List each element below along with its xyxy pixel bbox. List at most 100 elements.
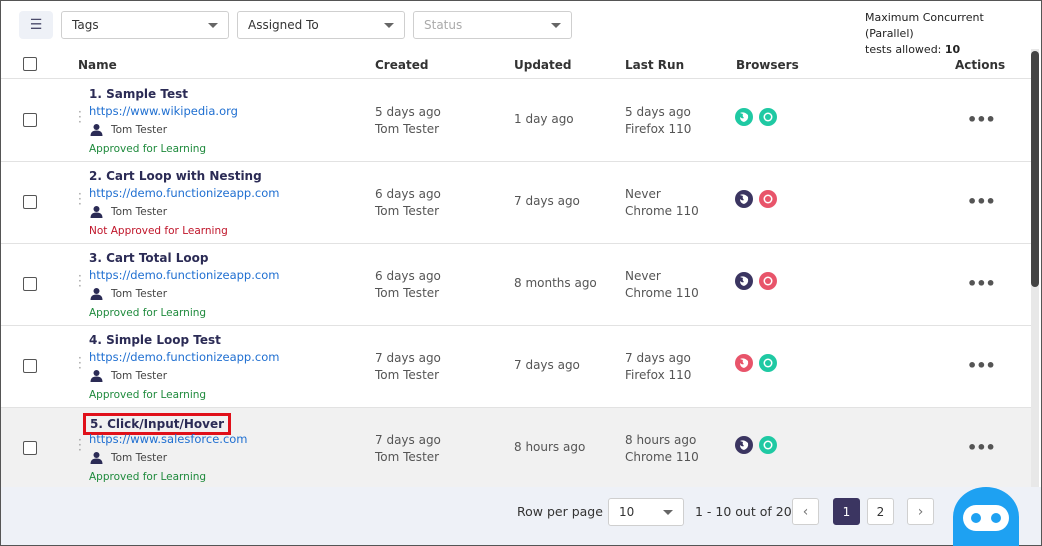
checklist-icon[interactable]: ☰ [19, 11, 53, 39]
learning-status: Approved for Learning [89, 307, 207, 319]
created-time: 5 days ago [375, 105, 441, 119]
created-by: Tom Tester [375, 204, 440, 218]
table-row[interactable]: · · · 1. Sample Test https://www.wikipedia.o… [1, 80, 1031, 162]
prev-page-button[interactable]: ‹ [792, 498, 819, 525]
chevron-down-icon [551, 22, 561, 28]
updated-cell: 1 day ago [514, 112, 574, 126]
tags-filter[interactable]: Tags [61, 11, 229, 39]
page-1-button[interactable]: 1 [833, 498, 860, 525]
learning-status: Not Approved for Learning [89, 225, 228, 237]
firefox-green-icon [735, 108, 753, 126]
status-filter-label: Status [424, 18, 463, 32]
pagination-range: 1 - 10 out of 20 [695, 504, 792, 519]
created-time: 6 days ago [375, 187, 441, 201]
learning-status: Approved for Learning [89, 143, 207, 155]
column-actions: Actions [955, 58, 1006, 72]
chrome-red-icon [759, 272, 777, 290]
select-all-checkbox[interactable] [23, 57, 37, 71]
user-icon [90, 206, 103, 218]
updated-cell: 7 days ago [514, 194, 580, 208]
last-run-cell: 8 hours ago Chrome 110 [625, 432, 699, 466]
last-run-browser: Chrome 110 [625, 286, 699, 300]
chrome-green-icon [759, 436, 777, 454]
table-header: Name Created Updated Last Run Browsers A… [1, 49, 1031, 79]
created-by: Tom Tester [375, 122, 440, 136]
updated-cell: 8 months ago [514, 276, 597, 290]
last-run-browser: Firefox 110 [625, 122, 692, 136]
rows-per-page-label: Row per page [517, 504, 603, 519]
test-url-link[interactable]: https://demo.functionizeapp.com [89, 350, 279, 364]
last-run-browser: Chrome 110 [625, 204, 699, 218]
test-name-link[interactable]: 4. Simple Loop Test [89, 333, 221, 347]
chevron-down-icon [208, 22, 218, 28]
chevron-left-icon: ‹ [802, 503, 809, 520]
user-icon [90, 124, 103, 136]
row-checkbox[interactable] [23, 113, 37, 127]
test-name-link[interactable]: 3. Cart Total Loop [89, 251, 209, 265]
assistant-bot-icon[interactable] [953, 487, 1019, 546]
test-url-link[interactable]: https://demo.functionizeapp.com [89, 186, 279, 200]
more-actions-icon[interactable]: ••• [967, 356, 996, 375]
created-cell: 7 days ago Tom Tester [375, 350, 441, 384]
created-cell: 6 days ago Tom Tester [375, 186, 441, 220]
column-created[interactable]: Created [375, 58, 428, 72]
page-2-button[interactable]: 2 [867, 498, 894, 525]
chrome-red-icon [759, 190, 777, 208]
more-actions-icon[interactable]: ••• [967, 438, 996, 457]
last-run-time: Never [625, 187, 661, 201]
column-updated[interactable]: Updated [514, 58, 572, 72]
column-last-run[interactable]: Last Run [625, 58, 684, 72]
created-cell: 7 days ago Tom Tester [375, 432, 441, 466]
test-name-link[interactable]: 1. Sample Test [89, 87, 188, 101]
drag-handle-icon[interactable]: · · · [78, 188, 82, 210]
firefox-red-icon [735, 354, 753, 372]
more-actions-icon[interactable]: ••• [967, 110, 996, 129]
more-actions-icon[interactable]: ••• [967, 274, 996, 293]
chevron-down-icon [663, 509, 673, 515]
drag-handle-icon[interactable]: · · · [78, 434, 82, 456]
chrome-green-icon [759, 354, 777, 372]
drag-handle-icon[interactable]: · · · [78, 352, 82, 374]
last-run-cell: Never Chrome 110 [625, 268, 699, 302]
user-icon [90, 452, 103, 464]
test-url-link[interactable]: https://demo.functionizeapp.com [89, 268, 279, 282]
created-by: Tom Tester [375, 368, 440, 382]
learning-status: Approved for Learning [89, 471, 207, 483]
drag-handle-icon[interactable]: · · · [78, 270, 82, 292]
next-page-button[interactable]: › [907, 498, 934, 525]
more-actions-icon[interactable]: ••• [967, 192, 996, 211]
drag-handle-icon[interactable]: · · · [78, 106, 82, 128]
status-filter[interactable]: Status [413, 11, 572, 39]
row-checkbox[interactable] [23, 195, 37, 209]
browsers-cell [735, 272, 777, 290]
table-row[interactable]: · · · 3. Cart Total Loop https://demo.functi… [1, 244, 1031, 326]
created-time: 7 days ago [375, 351, 441, 365]
scrollbar-thumb[interactable] [1031, 51, 1039, 287]
last-run-browser: Firefox 110 [625, 368, 692, 382]
chevron-right-icon: › [917, 503, 924, 520]
test-name-link[interactable]: 2. Cart Loop with Nesting [89, 169, 262, 183]
table-row[interactable]: · · · 2. Cart Loop with Nesting https://demo… [1, 162, 1031, 244]
created-by: Tom Tester [375, 450, 440, 464]
table-row[interactable]: · · · 5. Click/Input/Hover https://www.sales… [1, 408, 1031, 490]
column-browsers: Browsers [736, 58, 799, 72]
last-run-browser: Chrome 110 [625, 450, 699, 464]
table-row[interactable]: · · · 4. Simple Loop Test https://demo.funct… [1, 326, 1031, 408]
rows-per-page-select[interactable]: 10 [608, 498, 684, 526]
row-checkbox[interactable] [23, 441, 37, 455]
created-by: Tom Tester [375, 286, 440, 300]
last-run-time: 5 days ago [625, 105, 691, 119]
test-url-link[interactable]: https://www.salesforce.com [89, 432, 248, 446]
row-checkbox[interactable] [23, 277, 37, 291]
firefox-purple-icon [735, 436, 753, 454]
test-url-link[interactable]: https://www.wikipedia.org [89, 104, 238, 118]
firefox-purple-icon [735, 272, 753, 290]
last-run-cell: 7 days ago Firefox 110 [625, 350, 691, 384]
tags-filter-label: Tags [72, 18, 99, 32]
column-name[interactable]: Name [78, 58, 117, 72]
test-owner: Tom Tester [111, 124, 168, 136]
row-checkbox[interactable] [23, 359, 37, 373]
learning-status: Approved for Learning [89, 389, 207, 401]
updated-cell: 8 hours ago [514, 440, 586, 454]
assigned-to-filter[interactable]: Assigned To [237, 11, 405, 39]
